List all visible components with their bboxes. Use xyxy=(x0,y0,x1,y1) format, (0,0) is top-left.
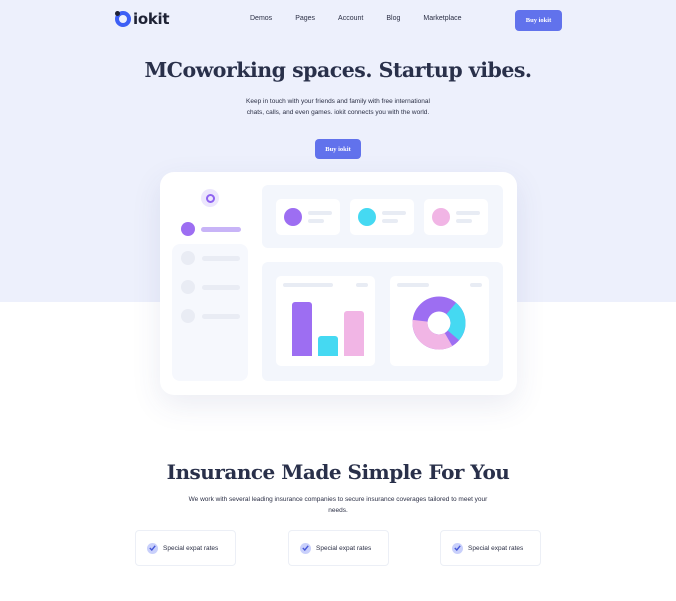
donut-chart xyxy=(412,296,466,350)
dashboard-mockup xyxy=(160,172,517,395)
logo-icon xyxy=(115,11,131,27)
nav-link-demos[interactable]: Demos xyxy=(250,15,272,22)
check-icon xyxy=(452,542,463,554)
chart-bar xyxy=(318,336,338,356)
feature-card: Special expat rates xyxy=(440,530,541,566)
sidebar-dot xyxy=(181,251,195,265)
feature-label: Special expat rates xyxy=(316,544,372,552)
feature-label: Special expat rates xyxy=(468,544,524,552)
chart-bar xyxy=(344,311,364,356)
stat-dot xyxy=(432,208,450,226)
sidebar-line xyxy=(202,256,240,261)
sidebar-panel xyxy=(172,244,248,381)
feature-card: Special expat rates xyxy=(288,530,389,566)
nav-link-blog[interactable]: Blog xyxy=(386,15,400,22)
insurance-subtitle: We work with several leading insurance c… xyxy=(188,496,488,514)
hero-title: MCoworking spaces. Startup vibes. xyxy=(144,58,532,82)
sidebar-avatar-dot xyxy=(181,222,195,236)
feature-card: Special expat rates xyxy=(135,530,236,566)
bar-chart-card xyxy=(276,276,375,366)
donut-chart-card xyxy=(390,276,489,366)
sidebar-active-line xyxy=(201,227,241,232)
dashboard-logo-icon xyxy=(201,189,219,207)
check-icon xyxy=(300,542,311,554)
chart-bar xyxy=(292,302,312,356)
stat-card xyxy=(276,199,340,235)
stat-dot xyxy=(358,208,376,226)
buy-button-nav[interactable]: Buy iokit xyxy=(515,10,562,31)
top-navbar: iokit Demos Pages Account Blog Marketpla… xyxy=(0,0,676,40)
nav-link-marketplace[interactable]: Marketplace xyxy=(423,15,461,22)
insurance-title: Insurance Made Simple For You xyxy=(166,460,510,484)
stat-card xyxy=(350,199,414,235)
nav-links: Demos Pages Account Blog Marketplace xyxy=(250,15,485,22)
hero-subtitle: Keep in touch with your friends and fami… xyxy=(246,98,430,116)
feature-label: Special expat rates xyxy=(163,544,219,552)
sidebar-line xyxy=(202,285,240,290)
nav-link-account[interactable]: Account xyxy=(338,15,363,22)
stat-dot xyxy=(284,208,302,226)
check-icon xyxy=(147,542,158,554)
sidebar-dot xyxy=(181,309,195,323)
stat-card xyxy=(424,199,488,235)
logo[interactable]: iokit xyxy=(115,10,170,28)
nav-link-pages[interactable]: Pages xyxy=(295,15,315,22)
sidebar-line xyxy=(202,314,240,319)
logo-text: iokit xyxy=(133,10,170,28)
buy-button-hero[interactable]: Buy iokit xyxy=(315,139,361,159)
sidebar-dot xyxy=(181,280,195,294)
stats-panel xyxy=(262,185,503,248)
charts-panel xyxy=(262,262,503,381)
